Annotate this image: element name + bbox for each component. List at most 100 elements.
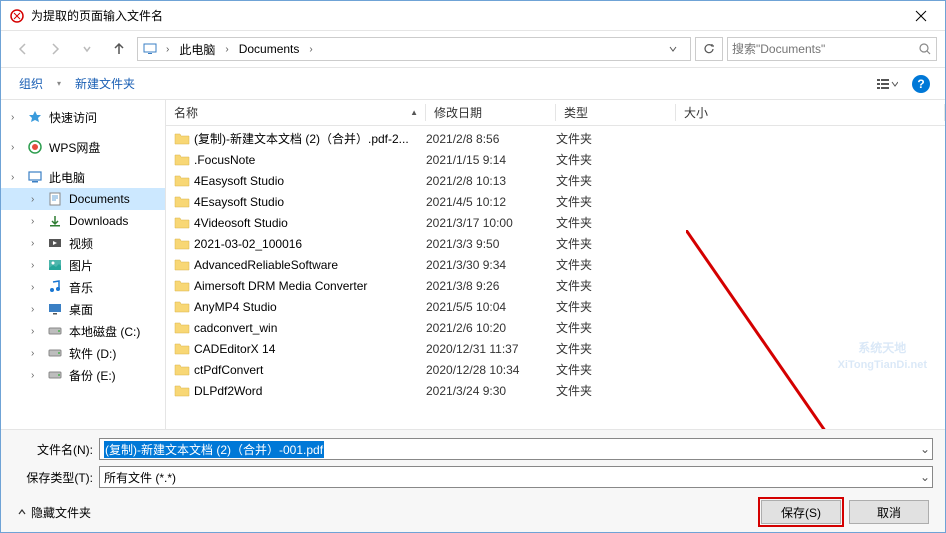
- file-type: 文件夹: [556, 151, 676, 168]
- file-list[interactable]: (复制)-新建文本文档 (2)（合并）.pdf-2...2021/2/8 8:5…: [166, 126, 945, 429]
- sidebar-item[interactable]: ›此电脑: [1, 166, 165, 188]
- filename-field[interactable]: (复制)-新建文本文档 (2)（合并）-001.pdf ⌄: [99, 438, 933, 460]
- sidebar: ›快速访问›WPS网盘›此电脑›Documents›Downloads›视频›图…: [1, 100, 166, 429]
- file-row[interactable]: (复制)-新建文本文档 (2)（合并）.pdf-2...2021/2/8 8:5…: [166, 128, 945, 149]
- nav-row: › 此电脑 › Documents ›: [1, 31, 945, 67]
- expand-icon[interactable]: ›: [31, 370, 41, 381]
- expand-icon[interactable]: ›: [31, 282, 41, 293]
- organize-menu[interactable]: 组织: [11, 71, 51, 96]
- back-button[interactable]: [9, 37, 37, 61]
- sidebar-item-label: 图片: [69, 257, 93, 274]
- drive-icon: [47, 323, 63, 339]
- column-type[interactable]: 类型: [556, 100, 676, 125]
- hide-folders-button[interactable]: 隐藏文件夹: [17, 504, 91, 521]
- file-pane: 名称▲ 修改日期 类型 大小 (复制)-新建文本文档 (2)（合并）.pdf-2…: [166, 100, 945, 429]
- file-type: 文件夹: [556, 193, 676, 210]
- sidebar-item[interactable]: › 软件 (D:): [1, 342, 165, 364]
- sidebar-item[interactable]: ›快速访问: [1, 106, 165, 128]
- expand-icon[interactable]: ›: [31, 304, 41, 315]
- sidebar-item[interactable]: › 备份 (E:): [1, 364, 165, 386]
- expand-icon[interactable]: ›: [31, 238, 41, 249]
- file-type: 文件夹: [556, 340, 676, 357]
- file-row[interactable]: ctPdfConvert 2020/12/28 10:34文件夹: [166, 359, 945, 380]
- desktop-icon: [47, 301, 63, 317]
- new-folder-button[interactable]: 新建文件夹: [67, 71, 143, 96]
- close-button[interactable]: [898, 2, 943, 30]
- filetype-field[interactable]: 所有文件 (*.*) ⌄: [99, 466, 933, 488]
- sidebar-item[interactable]: ›桌面: [1, 298, 165, 320]
- file-row[interactable]: DLPdf2Word2021/3/24 9:30文件夹: [166, 380, 945, 401]
- search-input[interactable]: [732, 42, 918, 56]
- expand-icon[interactable]: ›: [11, 142, 21, 153]
- search-box[interactable]: [727, 37, 937, 61]
- file-type: 文件夹: [556, 172, 676, 189]
- view-options-button[interactable]: [873, 72, 901, 96]
- file-row[interactable]: Aimersoft DRM Media Converter2021/3/8 9:…: [166, 275, 945, 296]
- sidebar-item[interactable]: ›音乐: [1, 276, 165, 298]
- file-date: 2020/12/28 10:34: [426, 363, 556, 377]
- sidebar-item[interactable]: ›本地磁盘 (C:): [1, 320, 165, 342]
- dropdown-icon[interactable]: ⌄: [920, 470, 930, 484]
- expand-icon[interactable]: ›: [11, 172, 21, 183]
- file-row[interactable]: AdvancedReliableSoftware2021/3/30 9:34文件…: [166, 254, 945, 275]
- file-row[interactable]: 4Videosoft Studio2021/3/17 10:00文件夹: [166, 212, 945, 233]
- breadcrumb[interactable]: › 此电脑 › Documents ›: [137, 37, 691, 61]
- save-dialog: 为提取的页面输入文件名 › 此电脑 › Documents › 组织 ▾ 新建文…: [0, 0, 946, 533]
- sidebar-item-label: 备份 (E:): [69, 367, 116, 384]
- file-type: 文件夹: [556, 235, 676, 252]
- sidebar-item-label: 软件 (D:): [69, 345, 116, 362]
- toolbar: 组织 ▾ 新建文件夹 ?: [1, 67, 945, 100]
- star-icon: [27, 109, 43, 125]
- breadcrumb-dropdown[interactable]: [668, 44, 688, 54]
- sidebar-item[interactable]: ›Downloads: [1, 210, 165, 232]
- pic-icon: [47, 257, 63, 273]
- file-row[interactable]: 2021-03-02_1000162021/3/3 9:50文件夹: [166, 233, 945, 254]
- expand-icon[interactable]: ›: [31, 216, 41, 227]
- pc-icon: [27, 169, 43, 185]
- sidebar-item[interactable]: › WPS网盘: [1, 136, 165, 158]
- sidebar-item-label: WPS网盘: [49, 139, 100, 156]
- file-row[interactable]: 4Easysoft Studio2021/2/8 10:13文件夹: [166, 170, 945, 191]
- file-row[interactable]: cadconvert_win2021/2/6 10:20文件夹: [166, 317, 945, 338]
- refresh-button[interactable]: [695, 37, 723, 61]
- column-name[interactable]: 名称▲: [166, 100, 426, 125]
- help-button[interactable]: ?: [907, 72, 935, 96]
- sidebar-item-label: Documents: [69, 192, 130, 206]
- sidebar-item-label: 视频: [69, 235, 93, 252]
- recent-button[interactable]: [73, 37, 101, 61]
- titlebar: 为提取的页面输入文件名: [1, 1, 945, 31]
- column-size[interactable]: 大小: [676, 100, 945, 125]
- cancel-button[interactable]: 取消: [849, 500, 929, 524]
- file-type: 文件夹: [556, 361, 676, 378]
- file-date: 2021/2/6 10:20: [426, 321, 556, 335]
- expand-icon[interactable]: ›: [31, 348, 41, 359]
- file-name: CADEditorX 14: [194, 342, 275, 356]
- dropdown-icon[interactable]: ⌄: [920, 442, 930, 456]
- app-icon: [9, 8, 25, 24]
- expand-icon[interactable]: ›: [11, 112, 21, 123]
- file-row[interactable]: 4Esaysoft Studio2021/4/5 10:12文件夹: [166, 191, 945, 212]
- up-button[interactable]: [105, 37, 133, 61]
- file-row[interactable]: CADEditorX 142020/12/31 11:37文件夹: [166, 338, 945, 359]
- filename-label: 文件名(N):: [13, 441, 93, 458]
- pc-icon: [142, 41, 158, 57]
- sidebar-item[interactable]: › Documents: [1, 188, 165, 210]
- column-date[interactable]: 修改日期: [426, 100, 556, 125]
- expand-icon[interactable]: ›: [31, 194, 41, 205]
- file-name: ctPdfConvert: [194, 363, 263, 377]
- file-date: 2021/3/3 9:50: [426, 237, 556, 251]
- expand-icon[interactable]: ›: [31, 260, 41, 271]
- file-date: 2021/3/17 10:00: [426, 216, 556, 230]
- file-type: 文件夹: [556, 382, 676, 399]
- search-icon: [918, 42, 932, 56]
- breadcrumb-root[interactable]: 此电脑: [175, 41, 219, 58]
- breadcrumb-folder[interactable]: Documents: [235, 42, 304, 56]
- file-row[interactable]: AnyMP4 Studio2021/5/5 10:04文件夹: [166, 296, 945, 317]
- sidebar-item[interactable]: › 视频: [1, 232, 165, 254]
- forward-button[interactable]: [41, 37, 69, 61]
- sidebar-item[interactable]: › 图片: [1, 254, 165, 276]
- file-type: 文件夹: [556, 319, 676, 336]
- save-button[interactable]: 保存(S): [761, 500, 841, 524]
- file-row[interactable]: .FocusNote2021/1/15 9:14文件夹: [166, 149, 945, 170]
- expand-icon[interactable]: ›: [31, 326, 41, 337]
